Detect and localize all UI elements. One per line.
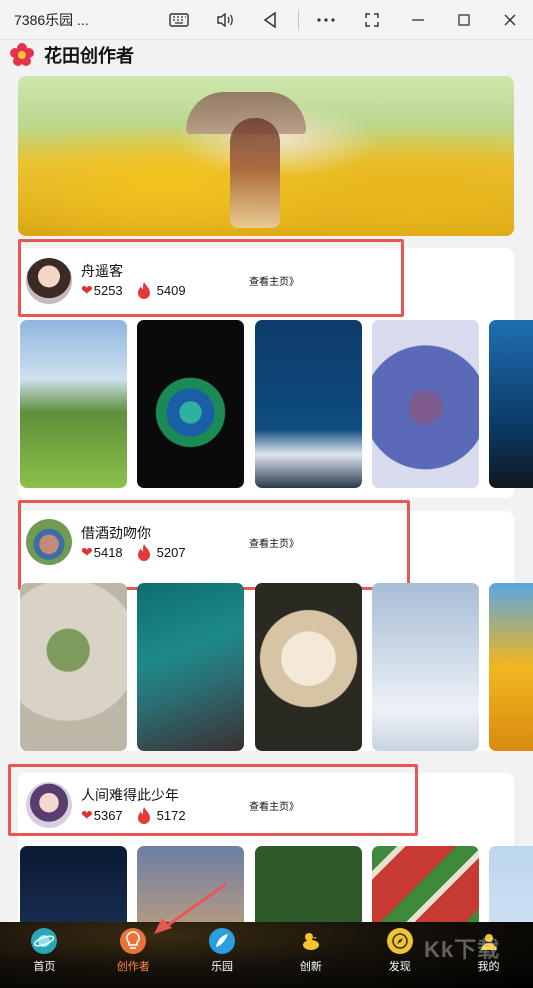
thumbnail-row <box>20 846 533 922</box>
thumbnail-row <box>20 583 533 753</box>
wallpaper-thumbnail[interactable] <box>372 846 479 922</box>
app-header: 花田创作者 <box>0 40 533 70</box>
app-title: 花田创作者 <box>44 46 134 66</box>
wallpaper-thumbnail[interactable] <box>372 320 479 488</box>
wallpaper-thumbnail[interactable] <box>20 846 127 922</box>
duck-icon <box>298 928 324 954</box>
wallpaper-thumbnail[interactable] <box>255 846 362 922</box>
wallpaper-thumbnail[interactable] <box>20 583 127 751</box>
compass-icon <box>386 928 413 954</box>
highlight-box <box>18 500 410 590</box>
nav-item-innovate[interactable]: 创新 <box>266 922 355 988</box>
keyboard-icon[interactable] <box>166 8 192 32</box>
watermark: Kk下载 <box>424 937 501 962</box>
window-title-bar: 7386乐园 ... <box>0 0 533 40</box>
close-icon[interactable] <box>497 8 523 32</box>
annotation-arrow-icon <box>154 882 227 934</box>
wallpaper-thumbnail[interactable] <box>255 583 362 751</box>
wallpaper-thumbnail[interactable] <box>137 583 244 751</box>
highlight-box <box>18 239 404 317</box>
wallpaper-thumbnail[interactable] <box>137 320 244 488</box>
lightbulb-icon <box>120 928 147 954</box>
wallpaper-thumbnail[interactable] <box>372 583 479 751</box>
wallpaper-thumbnail[interactable] <box>489 583 533 751</box>
flower-logo-icon <box>10 43 34 66</box>
back-triangle-icon[interactable] <box>257 8 283 32</box>
wallpaper-thumbnail[interactable] <box>489 846 533 922</box>
highlight-box <box>8 764 418 836</box>
nav-label: 乐园 <box>211 961 234 973</box>
minimize-icon[interactable] <box>405 8 431 32</box>
wallpaper-thumbnail[interactable] <box>489 320 533 488</box>
banner-figure <box>230 118 280 228</box>
more-icon[interactable] <box>313 8 339 32</box>
nav-label: 发现 <box>388 961 411 973</box>
wallpaper-thumbnail[interactable] <box>20 320 127 488</box>
nav-label: 创新 <box>299 961 322 973</box>
nav-item-home[interactable]: 首页 <box>0 922 89 988</box>
wallpaper-thumbnail[interactable] <box>255 320 362 488</box>
screenshot-icon[interactable] <box>359 8 385 32</box>
volume-icon[interactable] <box>212 8 238 32</box>
thumbnail-row <box>20 320 533 490</box>
window-title: 7386乐园 ... <box>14 11 89 28</box>
nav-label: 首页 <box>33 961 56 973</box>
maximize-icon[interactable] <box>451 8 477 32</box>
planet-icon <box>31 928 58 954</box>
title-separator <box>298 10 299 30</box>
banner-image[interactable] <box>18 76 514 236</box>
nav-label: 创作者 <box>116 961 150 973</box>
